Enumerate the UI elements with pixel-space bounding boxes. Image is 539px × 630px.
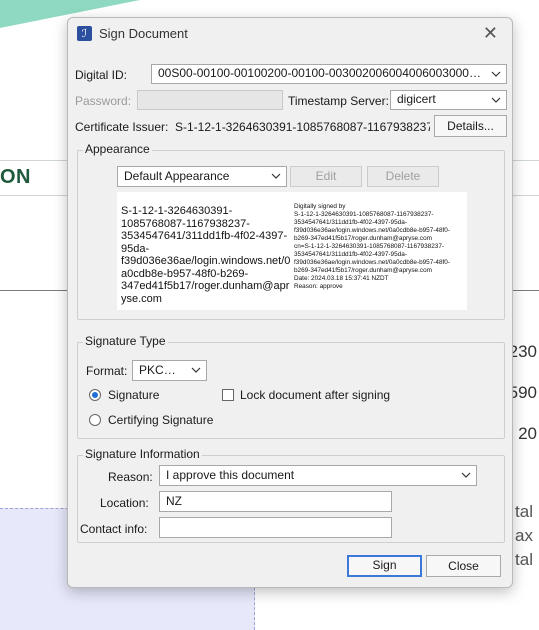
timestamp-server-select[interactable]: digicert bbox=[390, 90, 507, 110]
background-heading: ON bbox=[0, 166, 31, 188]
lock-document-checkbox[interactable] bbox=[222, 389, 234, 401]
digital-id-value: 00S00-00100-00100200-00100-0030020060040… bbox=[158, 66, 500, 80]
preview-line: Date: 2024.03.18 15:37:41 NZDT bbox=[294, 275, 389, 282]
preview-signature-details: Digitally signed by S-1-12-1-3264630391-… bbox=[294, 203, 466, 291]
signature-type-group-title: Signature Type bbox=[83, 334, 168, 348]
dialog-titlebar[interactable]: ℐ Sign Document ✕ bbox=[68, 18, 512, 49]
chevron-down-icon bbox=[271, 168, 281, 184]
chevron-down-icon bbox=[191, 362, 201, 378]
digital-id-select[interactable]: 00S00-00100-00100200-00100-0030020060040… bbox=[151, 64, 507, 84]
dialog-title: Sign Document bbox=[99, 26, 188, 41]
location-label: Location: bbox=[100, 496, 149, 510]
certifying-signature-label[interactable]: Certifying Signature bbox=[108, 413, 213, 427]
sign-button[interactable]: Sign bbox=[347, 555, 422, 577]
close-button[interactable]: Close bbox=[426, 555, 501, 577]
background-text: tal bbox=[515, 550, 533, 569]
lock-document-label[interactable]: Lock document after signing bbox=[240, 388, 390, 402]
background-number: 20 bbox=[518, 424, 537, 443]
delete-appearance-button[interactable]: Delete bbox=[367, 166, 439, 187]
preview-signer-name: S-1-12-1-3264630391-1085768087-116793823… bbox=[121, 205, 291, 305]
signature-radio-label[interactable]: Signature bbox=[108, 388, 159, 402]
timestamp-server-value: digicert bbox=[397, 92, 436, 106]
signature-radio[interactable] bbox=[89, 389, 101, 401]
contact-info-input[interactable] bbox=[159, 517, 392, 538]
preview-line: Digitally signed by bbox=[294, 203, 346, 210]
password-field[interactable] bbox=[137, 90, 283, 110]
appearance-select[interactable]: Default Appearance bbox=[117, 166, 287, 187]
preview-line: cn=S-1-12-1-3264630391-1085768087-116793… bbox=[294, 243, 450, 274]
appearance-select-value: Default Appearance bbox=[124, 169, 230, 183]
location-input[interactable]: NZ bbox=[159, 491, 392, 512]
certificate-issuer-value: S-1-12-1-3264630391-1085768087-116793823… bbox=[175, 120, 430, 134]
details-button[interactable]: Details... bbox=[434, 115, 507, 137]
preview-line: Reason: approve bbox=[294, 283, 343, 290]
sign-document-dialog: ℐ Sign Document ✕ Digital ID: 00S00-0010… bbox=[67, 17, 513, 588]
chevron-down-icon bbox=[491, 66, 501, 82]
edit-appearance-button[interactable]: Edit bbox=[290, 166, 362, 187]
chevron-down-icon bbox=[461, 467, 471, 483]
contact-info-label: Contact info: bbox=[80, 522, 148, 536]
signature-information-group-title: Signature Information bbox=[83, 447, 202, 461]
preview-line: S-1-12-1-3264630391-1085768087-116793823… bbox=[294, 211, 450, 242]
chevron-down-icon bbox=[491, 92, 501, 108]
format-select[interactable]: PKCS#7 bbox=[132, 360, 207, 381]
reason-select-value: I approve this document bbox=[166, 468, 295, 482]
close-icon[interactable]: ✕ bbox=[483, 23, 498, 44]
signature-preview: S-1-12-1-3264630391-1085768087-116793823… bbox=[117, 192, 467, 310]
background-text: tal bbox=[515, 502, 533, 521]
digital-id-label: Digital ID: bbox=[75, 68, 128, 82]
reason-label: Reason: bbox=[108, 470, 153, 484]
reason-select[interactable]: I approve this document bbox=[159, 465, 477, 486]
format-label: Format: bbox=[86, 364, 128, 378]
certificate-issuer-label: Certificate Issuer: bbox=[75, 120, 169, 134]
password-label: Password: bbox=[75, 94, 132, 108]
background-text: ax bbox=[515, 526, 533, 545]
app-logo-icon: ℐ bbox=[77, 26, 92, 41]
certifying-signature-radio[interactable] bbox=[89, 414, 101, 426]
timestamp-server-label: Timestamp Server: bbox=[288, 94, 389, 108]
appearance-group-title: Appearance bbox=[83, 142, 152, 156]
